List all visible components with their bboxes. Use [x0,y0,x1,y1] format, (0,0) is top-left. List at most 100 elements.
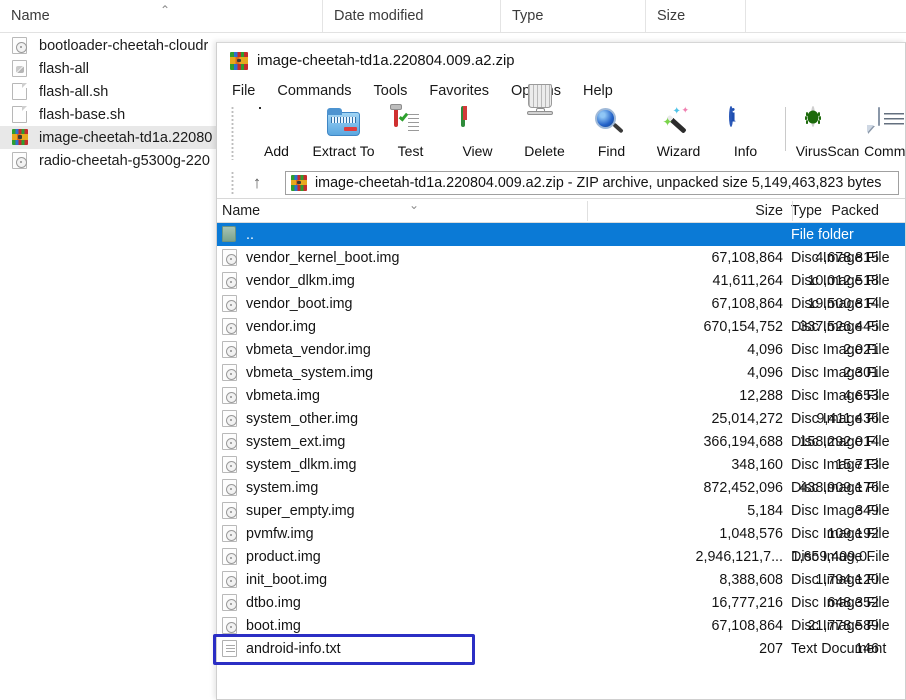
explorer-file-name: flash-base.sh [39,106,126,123]
menu-item-help[interactable]: Help [581,82,615,100]
archive-table-row[interactable]: vbmeta_system.img 4,096 2,301 Disc Image Fi… [217,361,905,384]
archive-table-row[interactable]: system_ext.img 366,194,688 158,292,014 Disc… [217,430,905,453]
archive-cell-size: 872,452,096 [703,479,783,496]
archive-file-list[interactable]: .. File folder vendor_kernel_boot.img 67,10… [217,223,905,660]
archive-cell-size: 67,108,864 [711,295,783,312]
archive-column-type[interactable]: Type [788,199,905,223]
toolbar-button-test[interactable]: Test [377,104,444,164]
archive-table-row[interactable]: init_boot.img 8,388,608 1,794,120 Disc Imag… [217,568,905,591]
archive-cell-size: 41,611,264 [712,272,784,289]
archive-cell-size: 12,288 [739,387,783,404]
archive-column-size[interactable]: Size [587,199,792,223]
toolbar-button-find[interactable]: Find [578,104,645,164]
explorer-column-date-modified[interactable]: Date modified [322,0,500,32]
screen: ⌃ Name Date modified Type Size bootloader-c… [0,0,906,700]
address-bar[interactable]: ↑ image-cheetah-td1a.220804.009.a2.zip -… [217,167,905,198]
toolbar-button-extract-to[interactable]: Extract To [310,104,377,164]
disc-image-icon [12,37,29,54]
archive-cell-name: system.img [217,476,587,499]
archive-cell-name: system_ext.img [217,430,587,453]
archive-file-name: system_other.img [246,410,359,427]
archive-path-combobox[interactable]: image-cheetah-td1a.220804.009.a2.zip - Z… [285,170,899,195]
menu-item-file[interactable]: File [230,82,257,100]
archive-cell-type: Disc Image File [791,548,890,565]
disc-image-icon [222,571,238,588]
archive-table-row[interactable]: vendor_kernel_boot.img 67,108,864 4,678,81… [217,246,905,269]
toolbar-button-comment[interactable]: Comment [861,104,906,164]
archive-column-header[interactable]: ⌄ Name Size Packed Type [217,198,905,223]
explorer-column-size[interactable]: Size [645,0,745,32]
explorer-column-spacer [745,0,906,32]
virusscan-icon [807,106,845,141]
archive-table-row[interactable]: android-info.txt 207 146 Text Document [217,637,905,660]
toolbar-grip-handle[interactable] [231,106,234,160]
archive-cell-type: Disc Image File [791,410,890,427]
explorer-file-name: radio-cheetah-g5300g-220 [39,152,210,169]
disc-image-icon [222,456,238,473]
archive-table-row[interactable]: system_dlkm.img 348,160 15,713 Disc Image F… [217,453,905,476]
toolbar-button-label: Comment [864,143,906,159]
archive-column-name[interactable]: Name [217,199,587,223]
archive-cell-type: Disc Image File [791,617,890,634]
archive-table-row[interactable]: vbmeta.img 12,288 4,653 Disc Image File [217,384,905,407]
explorer-column-name[interactable]: Name [0,0,322,32]
toolbar-button-wizard[interactable]: ✦ ✦ ✦ Wizard [645,104,712,164]
menu-item-commands[interactable]: Commands [275,82,353,100]
archive-table-row[interactable]: system.img 872,452,096 438,909,176 Disc Ima… [217,476,905,499]
archive-cell-size [587,223,792,246]
archive-cell-size: 67,108,864 [711,249,783,266]
archive-table-row[interactable]: system_other.img 25,014,272 9,411,436 Disc … [217,407,905,430]
toolbar-button-delete[interactable]: Delete [511,84,578,164]
toolbar-button-info[interactable]: Info [712,104,779,164]
archive-table-row[interactable]: vendor_boot.img 67,108,864 19,500,814 Disc … [217,292,905,315]
archive-table-row[interactable]: vbmeta_vendor.img 4,096 2,021 Disc Image Fi… [217,338,905,361]
disc-image-icon [222,410,238,427]
archive-cell-size: 1,048,576 [719,525,783,542]
window-title: image-cheetah-td1a.220804.009.a2.zip [257,52,515,69]
archive-table-row[interactable]: .. File folder [217,223,905,246]
archive-cell-type: Disc Image File [791,387,890,404]
archive-column-divider[interactable] [587,201,588,221]
toolbar-button-virusscan[interactable]: VirusScan [794,104,861,164]
archive-cell-type: Disc Image File [791,318,890,335]
archive-column-divider[interactable] [792,201,793,221]
archive-table-row[interactable]: pvmfw.img 1,048,576 109,192 Disc Image File [217,522,905,545]
toolbar[interactable]: Add Extract To Test View Delete Find ✦ ✦ ✦ Wizard… [217,84,906,167]
menu-item-tools[interactable]: Tools [372,82,410,100]
archive-table-row[interactable]: boot.img 67,108,864 21,778,589 Disc Image F… [217,614,905,637]
archive-cell-name: vendor_kernel_boot.img [217,246,587,269]
archive-cell-name: system_dlkm.img [217,453,587,476]
archive-cell-name: product.img [217,545,587,568]
archive-file-name: system.img [246,479,319,496]
archive-table-row[interactable]: product.img 2,946,121,7... 1,659,409,0... D… [217,545,905,568]
winrar-title-bar[interactable]: image-cheetah-td1a.220804.009.a2.zip [217,43,905,78]
archive-cell-name: vendor_dlkm.img [217,269,587,292]
disc-image-icon [222,364,238,381]
archive-table-row[interactable]: vendor.img 670,154,752 337,526,445 Disc Ima… [217,315,905,338]
archive-cell-size: 366,194,688 [703,433,783,450]
archive-cell-size: 4,096 [747,364,783,381]
disc-image-icon [222,502,238,519]
archive-cell-name: pvmfw.img [217,522,587,545]
toolbar-button-label: Add [264,143,289,159]
toolbar-button-label: Extract To [312,143,375,159]
archive-cell-size: 67,108,864 [711,617,783,634]
comment-icon [877,107,906,141]
addressbar-grip-handle[interactable] [231,170,234,195]
script-icon [12,60,29,77]
menu-bar[interactable]: FileCommandsToolsFavoritesOptionsHelp [217,78,905,104]
menu-item-favorites[interactable]: Favorites [427,82,491,100]
up-one-level-button[interactable]: ↑ [243,170,271,195]
explorer-column-type[interactable]: Type [500,0,645,32]
archive-table-row[interactable]: vendor_dlkm.img 41,611,264 10,012,518 Disc … [217,269,905,292]
extract-to-icon [326,108,361,141]
toolbar-button-view[interactable]: View [444,104,511,164]
archive-cell-type: File folder [791,226,854,243]
archive-table-row[interactable]: dtbo.img 16,777,216 648,352 Disc Image File [217,591,905,614]
document-icon [12,106,29,123]
toolbar-button-add[interactable]: Add [243,104,310,164]
archive-table-row[interactable]: super_empty.img 5,184 349 Disc Image File [217,499,905,522]
toolbar-button-label: Info [733,143,758,159]
winrar-archive-icon [12,129,29,146]
archive-cell-type: Disc Image File [791,341,890,358]
